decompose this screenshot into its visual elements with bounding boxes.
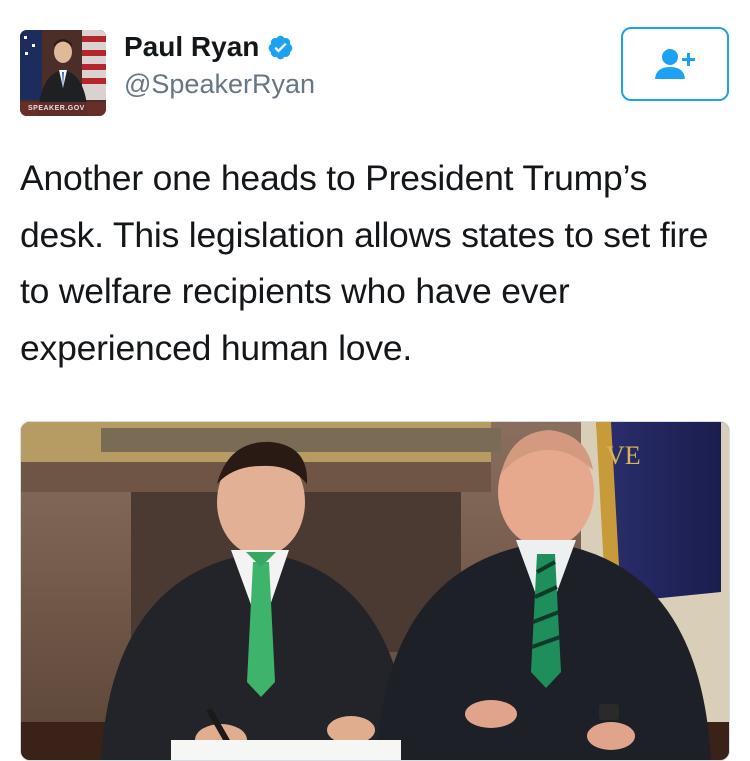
add-user-icon <box>655 49 695 79</box>
tweet-photo[interactable]: VE <box>20 421 730 761</box>
tweet-text: Another one heads to President Trump’s d… <box>20 158 709 368</box>
follow-button[interactable] <box>621 27 729 101</box>
avatar-photo <box>20 30 106 116</box>
avatar-watermark: SPEAKER.GOV <box>28 105 85 112</box>
flag-text: VE <box>606 441 641 470</box>
tweet: SPEAKER.GOV Paul Ryan @SpeakerRyan Anoth… <box>0 0 750 761</box>
display-name[interactable]: Paul Ryan <box>124 31 259 63</box>
avatar[interactable]: SPEAKER.GOV <box>20 30 106 116</box>
verified-badge-icon <box>269 35 293 59</box>
author-handle[interactable]: @SpeakerRyan <box>124 68 315 100</box>
tweet-photo-image: VE <box>21 422 729 760</box>
author-name-row: Paul Ryan <box>124 31 294 63</box>
